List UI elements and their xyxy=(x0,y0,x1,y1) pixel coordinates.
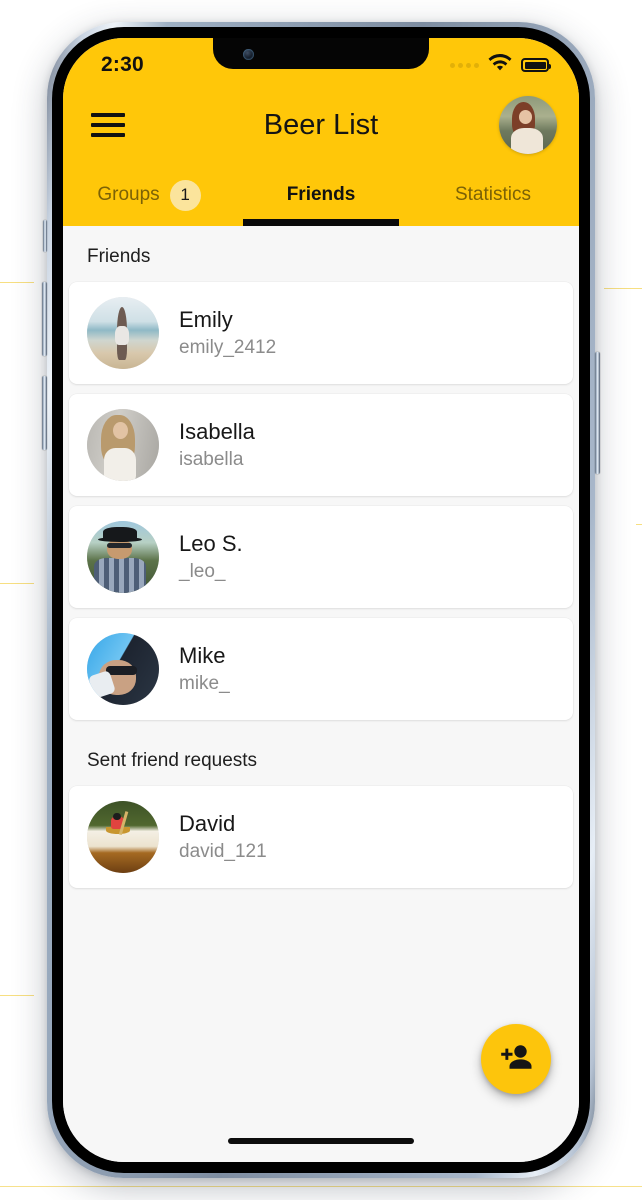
tab-bar: Groups 1 Friends Statistics xyxy=(63,164,579,226)
add-friend-fab[interactable] xyxy=(481,1024,551,1094)
friend-name: Emily xyxy=(179,307,233,333)
backdrop-guide-line xyxy=(0,1186,642,1187)
friend-name: Leo S. xyxy=(179,531,243,557)
front-camera-icon xyxy=(243,49,254,60)
signal-dots-icon xyxy=(450,62,479,68)
status-indicators xyxy=(450,53,551,77)
backdrop-guide-line xyxy=(0,995,34,996)
tab-friends-label: Friends xyxy=(286,184,356,205)
profile-avatar[interactable] xyxy=(499,96,557,154)
friends-list-content[interactable]: Friends Emily emily_2412 Isabella isabel… xyxy=(63,226,579,1162)
display-notch xyxy=(213,38,429,69)
avatar xyxy=(87,521,159,593)
friend-name: Isabella xyxy=(179,419,255,445)
friend-username: _leo_ xyxy=(179,560,226,582)
friend-username: mike_ xyxy=(179,672,230,694)
list-item[interactable]: Emily emily_2412 xyxy=(69,282,573,384)
backdrop-guide-line xyxy=(636,524,642,525)
friend-username: david_121 xyxy=(179,840,267,862)
avatar xyxy=(87,297,159,369)
screenshot-stage: 2:30 Beer List Groups 1 Friends Statisti… xyxy=(0,0,642,1200)
backdrop-guide-line xyxy=(0,583,34,584)
backdrop-guide-line xyxy=(604,288,642,289)
friend-username: isabella xyxy=(179,448,244,470)
wifi-icon xyxy=(488,53,512,77)
app-bar: Beer List xyxy=(63,86,579,164)
avatar xyxy=(87,801,159,873)
phone-screen: 2:30 Beer List Groups 1 Friends Statisti… xyxy=(63,38,579,1162)
status-clock: 2:30 xyxy=(101,53,144,76)
friend-name: Mike xyxy=(179,643,226,669)
friend-name: David xyxy=(179,811,236,837)
avatar xyxy=(87,409,159,481)
tab-friends[interactable]: Friends xyxy=(235,164,407,226)
battery-full-icon xyxy=(521,58,551,72)
list-item[interactable]: Mike mike_ xyxy=(69,618,573,720)
avatar xyxy=(87,633,159,705)
section-header-sent-requests: Sent friend requests xyxy=(87,750,258,771)
list-item[interactable]: David david_121 xyxy=(69,786,573,888)
hamburger-menu-icon[interactable] xyxy=(91,113,125,137)
list-item[interactable]: Isabella isabella xyxy=(69,394,573,496)
power-button[interactable] xyxy=(595,352,600,474)
tab-groups-badge: 1 xyxy=(169,179,201,211)
person-add-icon xyxy=(499,1043,533,1076)
volume-down-button[interactable] xyxy=(42,376,47,450)
friend-username: emily_2412 xyxy=(179,336,277,358)
section-header-friends: Friends xyxy=(87,246,151,267)
phone-device-frame: 2:30 Beer List Groups 1 Friends Statisti… xyxy=(42,22,600,1178)
mute-switch-button[interactable] xyxy=(43,220,47,252)
tab-statistics-label: Statistics xyxy=(454,184,532,205)
home-indicator[interactable] xyxy=(228,1138,414,1144)
backdrop-guide-line xyxy=(0,282,34,283)
tab-groups[interactable]: Groups 1 xyxy=(63,164,235,226)
device-bezel: 2:30 Beer List Groups 1 Friends Statisti… xyxy=(52,27,590,1173)
tab-statistics[interactable]: Statistics xyxy=(407,164,579,226)
volume-up-button[interactable] xyxy=(42,282,47,356)
tab-groups-label: Groups xyxy=(97,184,160,205)
list-item[interactable]: Leo S. _leo_ xyxy=(69,506,573,608)
